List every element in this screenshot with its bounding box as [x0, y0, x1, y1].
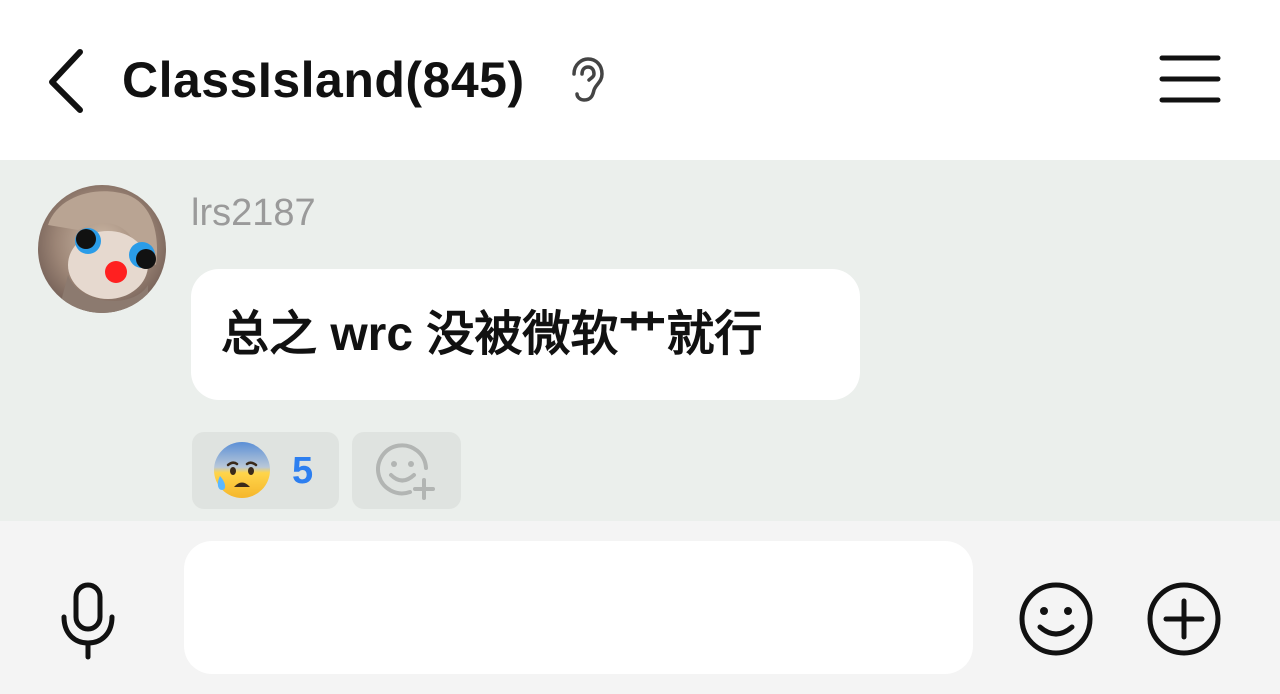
add-reaction-icon: [376, 443, 435, 500]
microphone-button[interactable]: [56, 581, 120, 661]
reaction-chip[interactable]: 5: [192, 432, 339, 509]
add-reaction-button[interactable]: [352, 432, 461, 509]
back-button[interactable]: [40, 44, 96, 116]
chat-header: ClassIsland(845): [0, 0, 1280, 160]
chevron-left-icon: [49, 49, 83, 113]
more-button[interactable]: [1144, 579, 1224, 659]
anxious-face-icon: [214, 442, 270, 498]
microphone-icon: [61, 582, 115, 660]
menu-button[interactable]: [1156, 52, 1226, 108]
reaction-count: 5: [292, 450, 314, 492]
page-title: ClassIsland(845): [122, 52, 525, 108]
message-bubble[interactable]: 总之 wrc 没被微软艹就行: [191, 269, 860, 400]
avatar[interactable]: [38, 185, 166, 313]
composer-bar: [0, 521, 1280, 694]
plus-circle-icon: [1147, 582, 1221, 656]
sender-name[interactable]: lrs2187: [191, 190, 316, 236]
ear-icon[interactable]: [566, 56, 606, 104]
smiley-icon: [1019, 582, 1093, 656]
hamburger-menu-icon: [1159, 55, 1221, 103]
message-list[interactable]: lrs2187 总之 wrc 没被微软艹就行 5: [0, 160, 1280, 521]
emoji-button[interactable]: [1016, 579, 1096, 659]
message-input[interactable]: [184, 541, 973, 674]
message-text: 总之 wrc 没被微软艹就行: [221, 308, 763, 361]
